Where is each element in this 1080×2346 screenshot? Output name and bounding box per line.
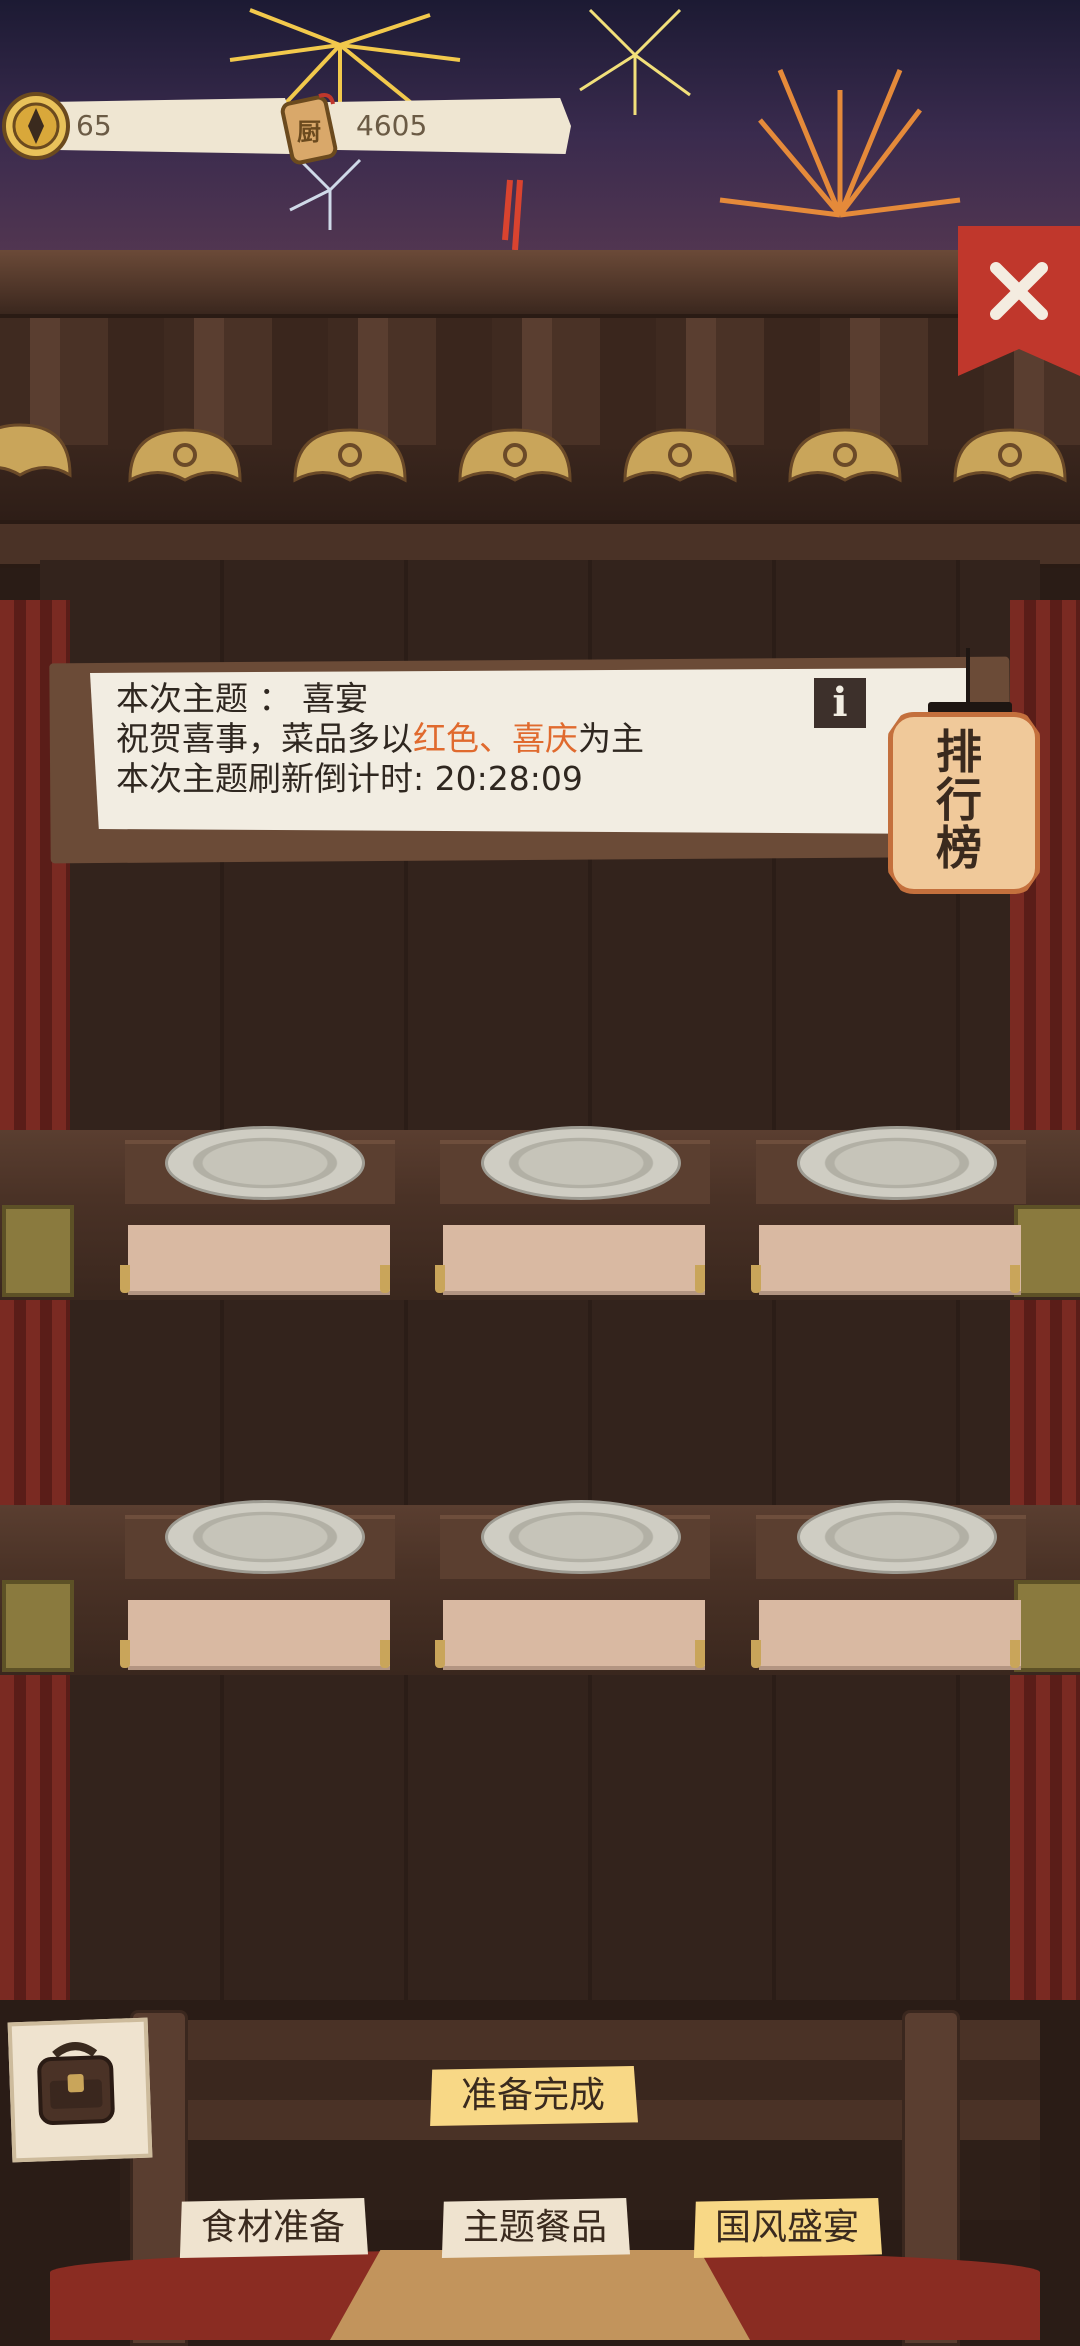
tassel bbox=[695, 1265, 705, 1293]
table-cloth bbox=[443, 1225, 705, 1295]
shelf-bracket-left bbox=[2, 1580, 74, 1672]
empty-plate[interactable] bbox=[481, 1500, 681, 1574]
shelf-bracket-left bbox=[2, 1205, 74, 1297]
coin-icon bbox=[0, 90, 72, 166]
leaderboard-label: 排行榜 bbox=[936, 725, 982, 875]
table-cloth bbox=[759, 1600, 1021, 1670]
theme-description-post: 为主 bbox=[578, 719, 644, 758]
table-cloth bbox=[128, 1600, 390, 1670]
token-value: 4605 bbox=[356, 109, 428, 142]
roof-beam bbox=[0, 250, 1080, 320]
tassel bbox=[1010, 1640, 1020, 1668]
info-icon: i bbox=[832, 679, 848, 726]
tassel bbox=[120, 1265, 130, 1293]
table-cloth bbox=[759, 1225, 1021, 1295]
ingredients-tab[interactable]: 食材准备 bbox=[179, 2198, 368, 2258]
table-cloth bbox=[128, 1225, 390, 1295]
ready-button[interactable]: 准备完成 bbox=[430, 2066, 638, 2126]
inventory-button[interactable] bbox=[7, 2017, 153, 2163]
close-icon bbox=[990, 262, 1048, 320]
tassel bbox=[751, 1640, 761, 1668]
tassel bbox=[1010, 1265, 1020, 1293]
feast-tab[interactable]: 国风盛宴 bbox=[693, 2198, 882, 2258]
svg-text:厨: 厨 bbox=[297, 118, 321, 146]
coin-value: 65 bbox=[76, 109, 112, 142]
empty-plate[interactable] bbox=[481, 1126, 681, 1200]
tassel bbox=[380, 1265, 390, 1293]
info-button[interactable]: i bbox=[814, 678, 866, 728]
theme-dishes-tab[interactable]: 主题餐品 bbox=[441, 2198, 630, 2258]
empty-plate[interactable] bbox=[797, 1500, 997, 1574]
tassel bbox=[435, 1640, 445, 1668]
shelf-bracket-right bbox=[1014, 1580, 1080, 1672]
tassel bbox=[120, 1640, 130, 1668]
table-cloth bbox=[443, 1600, 705, 1670]
shelf-bracket-right bbox=[1014, 1205, 1080, 1297]
bag-icon bbox=[37, 2042, 115, 2125]
empty-plate[interactable] bbox=[797, 1126, 997, 1200]
token-icon: 厨 bbox=[275, 90, 345, 174]
tassel bbox=[380, 1640, 390, 1668]
tassel bbox=[435, 1265, 445, 1293]
empty-plate[interactable] bbox=[165, 1126, 365, 1200]
tassel bbox=[695, 1640, 705, 1668]
eave-ornaments bbox=[0, 423, 1067, 483]
tassel bbox=[751, 1265, 761, 1293]
empty-plate[interactable] bbox=[165, 1500, 365, 1574]
theme-countdown: 本次主题刷新倒计时: 20:28:09 bbox=[116, 759, 583, 798]
floor-path bbox=[330, 2250, 750, 2340]
